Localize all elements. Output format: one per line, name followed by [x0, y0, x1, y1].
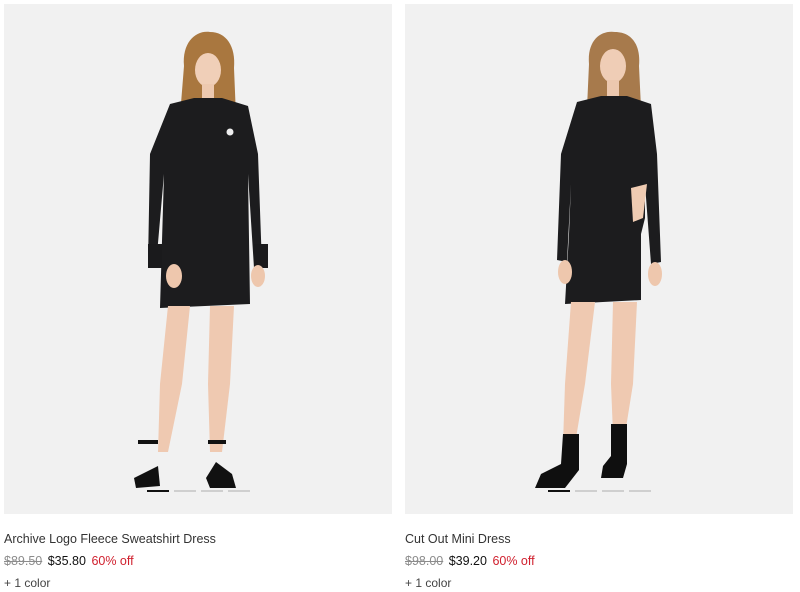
discount-label: 60% off: [91, 554, 134, 568]
carousel-dot[interactable]: [227, 490, 250, 492]
carousel-dot-active[interactable]: [547, 490, 570, 492]
original-price: $89.50: [4, 554, 43, 568]
carousel-dot[interactable]: [173, 490, 196, 492]
product-title[interactable]: Archive Logo Fleece Sweatshirt Dress: [4, 531, 392, 547]
product-info: Cut Out Mini Dress $98.00 $39.20 60% off…: [405, 514, 793, 591]
color-count[interactable]: + 1 color: [4, 575, 392, 591]
product-card[interactable]: Archive Logo Fleece Sweatshirt Dress $89…: [4, 4, 392, 591]
sale-price: $35.80: [47, 554, 86, 568]
carousel-dot[interactable]: [574, 490, 597, 492]
original-price: $98.00: [405, 554, 444, 568]
carousel-indicator[interactable]: [4, 490, 392, 492]
price-row: $98.00 $39.20 60% off: [405, 553, 793, 569]
product-info: Archive Logo Fleece Sweatshirt Dress $89…: [4, 514, 392, 591]
product-grid: Archive Logo Fleece Sweatshirt Dress $89…: [0, 0, 800, 592]
product-image[interactable]: [405, 4, 793, 514]
price-row: $89.50 $35.80 60% off: [4, 553, 392, 569]
model-photo: [4, 4, 392, 514]
product-title[interactable]: Cut Out Mini Dress: [405, 531, 793, 547]
color-count[interactable]: + 1 color: [405, 575, 793, 591]
product-card[interactable]: Cut Out Mini Dress $98.00 $39.20 60% off…: [405, 4, 793, 591]
carousel-dot[interactable]: [200, 490, 223, 492]
carousel-dot-active[interactable]: [146, 490, 169, 492]
carousel-dot[interactable]: [628, 490, 651, 492]
sale-price: $39.20: [448, 554, 487, 568]
model-photo: [405, 4, 793, 514]
carousel-indicator[interactable]: [405, 490, 793, 492]
discount-label: 60% off: [492, 554, 535, 568]
carousel-dot[interactable]: [601, 490, 624, 492]
product-image[interactable]: [4, 4, 392, 514]
